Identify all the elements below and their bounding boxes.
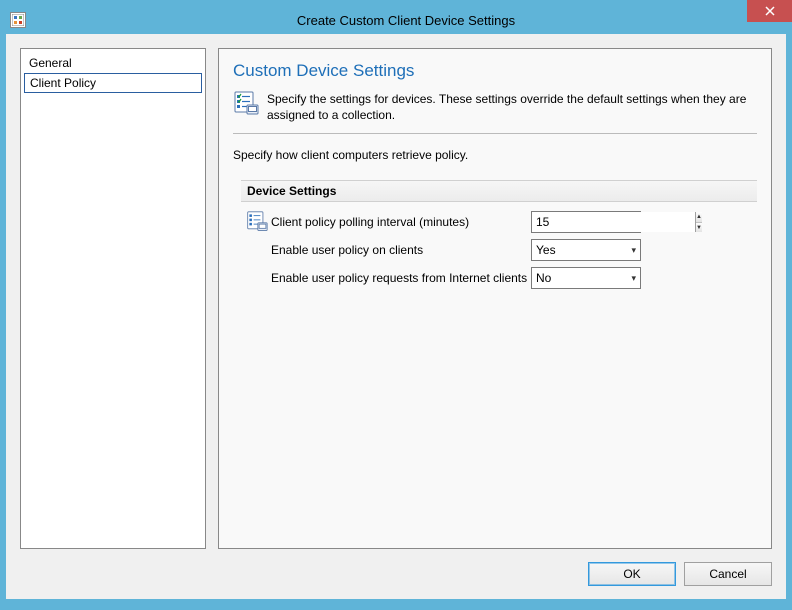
app-icon xyxy=(10,12,26,28)
dialog-footer: OK Cancel xyxy=(20,549,772,589)
chevron-down-icon: ▾ xyxy=(631,273,636,284)
dialog-body: General Client Policy Custom Device Sett… xyxy=(6,34,786,599)
description-row: Specify the settings for devices. These … xyxy=(233,91,757,123)
button-label: Cancel xyxy=(709,567,746,581)
chevron-down-icon: ▾ xyxy=(631,245,636,256)
divider xyxy=(233,133,757,134)
ok-button[interactable]: OK xyxy=(588,562,676,586)
page-heading: Custom Device Settings xyxy=(233,61,757,81)
polling-interval-spinner[interactable]: ▲ ▼ xyxy=(531,211,641,233)
setting-row-enable-user-policy: Enable user policy on clients Yes ▾ xyxy=(241,236,757,264)
setting-row-polling-interval: Client policy polling interval (minutes)… xyxy=(241,208,757,236)
main-panel: Custom Device Settings xyxy=(218,48,772,549)
setting-row-enable-internet-policy: Enable user policy requests from Interne… xyxy=(241,264,757,292)
setting-label: Client policy polling interval (minutes) xyxy=(271,215,531,229)
panels: General Client Policy Custom Device Sett… xyxy=(20,48,772,549)
cancel-button[interactable]: Cancel xyxy=(684,562,772,586)
spinner-down-button[interactable]: ▼ xyxy=(696,223,702,233)
sidebar-item-label: General xyxy=(29,56,72,70)
sidebar: General Client Policy xyxy=(20,48,206,549)
device-settings-section: Device Settings Cl xyxy=(241,180,757,292)
close-button[interactable] xyxy=(747,0,792,22)
description-text: Specify the settings for devices. These … xyxy=(267,91,757,123)
enable-internet-policy-select[interactable]: No ▾ xyxy=(531,267,641,289)
sidebar-item-label: Client Policy xyxy=(30,76,96,90)
sidebar-item-general[interactable]: General xyxy=(21,53,205,73)
setting-label: Enable user policy requests from Interne… xyxy=(271,271,531,285)
titlebar[interactable]: Create Custom Client Device Settings xyxy=(6,6,786,34)
polling-interval-input[interactable] xyxy=(532,212,695,232)
section-header: Device Settings xyxy=(241,180,757,202)
settings-list-icon xyxy=(233,91,259,117)
window-title: Create Custom Client Device Settings xyxy=(26,13,786,28)
setting-label: Enable user policy on clients xyxy=(271,243,531,257)
settings-list-icon xyxy=(243,211,271,233)
spinner-up-button[interactable]: ▲ xyxy=(696,212,702,223)
sidebar-item-client-policy[interactable]: Client Policy xyxy=(24,73,202,93)
instruction-text: Specify how client computers retrieve po… xyxy=(233,148,757,162)
button-label: OK xyxy=(623,567,640,581)
select-value: Yes xyxy=(536,243,556,257)
enable-user-policy-select[interactable]: Yes ▾ xyxy=(531,239,641,261)
dialog-window: Create Custom Client Device Settings Gen… xyxy=(0,0,792,610)
select-value: No xyxy=(536,271,551,285)
